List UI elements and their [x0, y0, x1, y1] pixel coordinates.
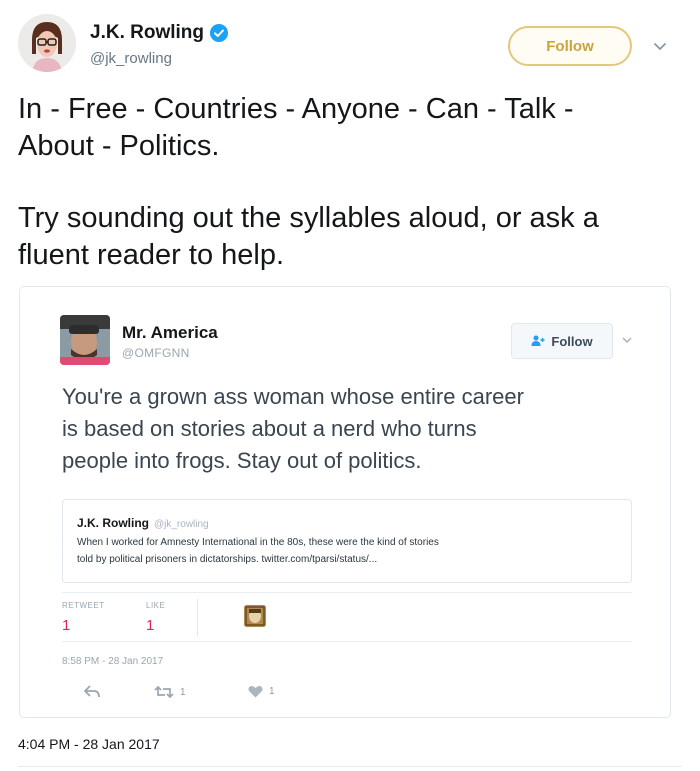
chevron-down-icon — [622, 337, 632, 343]
embedded-tweet-text-line: is based on stories about a nerd who tur… — [62, 416, 477, 441]
quoted-text-line: told by political prisoners in dictators… — [77, 554, 378, 565]
author-name-row: J.K. Rowling — [90, 22, 228, 44]
liker-avatar — [244, 605, 266, 627]
embedded-follow-button: Follow — [511, 323, 613, 359]
embedded-tweet-text-line: people into frogs. Stay out of politics. — [62, 448, 422, 473]
like-stat-label: LIKE — [146, 601, 166, 610]
embedded-tweet-text-line: You're a grown ass woman whose entire ca… — [62, 384, 524, 409]
reply-icon — [84, 685, 100, 698]
retweet-action: 1 — [154, 685, 186, 699]
embedded-follow-label: Follow — [551, 333, 593, 349]
add-user-icon — [531, 335, 545, 346]
tweet-text-line: fluent reader to help. — [18, 239, 285, 271]
quoted-author-name: J.K. Rowling — [77, 516, 149, 530]
divider — [62, 592, 632, 593]
quoted-tweet: J.K. Rowling @jk_rowling When I worked f… — [62, 499, 632, 583]
verified-icon — [210, 24, 228, 42]
embedded-timestamp: 8:58 PM - 28 Jan 2017 — [62, 656, 164, 667]
chevron-down-icon[interactable] — [650, 36, 670, 56]
author-avatar[interactable] — [18, 14, 76, 72]
tweet-text-line: In - Free - Countries - Anyone - Can - T… — [18, 93, 574, 125]
tweet-text-line: About - Politics. — [18, 130, 220, 162]
author-name[interactable]: J.K. Rowling — [90, 22, 204, 44]
heart-icon — [248, 686, 263, 698]
tweet-header: J.K. Rowling @jk_rowling Follow — [18, 14, 682, 78]
follow-button[interactable]: Follow — [508, 26, 632, 66]
retweet-icon — [154, 685, 174, 699]
retweet-count: 1 — [180, 686, 186, 698]
quoted-tweet-header: J.K. Rowling @jk_rowling — [77, 516, 209, 530]
embedded-author-name: Mr. America — [122, 323, 218, 342]
retweet-stat-count: 1 — [62, 617, 71, 634]
divider — [18, 766, 682, 767]
embedded-tweet-image[interactable]: Mr. America @OMFGNN Follow You're a grow… — [19, 286, 671, 718]
like-count: 1 — [269, 686, 275, 697]
like-action: 1 — [248, 685, 275, 698]
embedded-author-handle: @OMFGNN — [122, 346, 190, 360]
quoted-text-line: When I worked for Amnesty International … — [77, 537, 439, 548]
divider — [62, 641, 632, 642]
quoted-author-handle: @jk_rowling — [154, 519, 209, 530]
author-handle[interactable]: @jk_rowling — [90, 50, 172, 67]
like-stat-count: 1 — [146, 617, 155, 634]
reply-action — [84, 685, 100, 699]
tweet-timestamp[interactable]: 4:04 PM - 28 Jan 2017 — [18, 736, 160, 752]
embedded-author-avatar — [60, 315, 110, 365]
tweet-text-line: Try sounding out the syllables aloud, or… — [18, 202, 599, 234]
divider — [197, 599, 198, 637]
retweet-stat-label: RETWEET — [62, 601, 105, 610]
